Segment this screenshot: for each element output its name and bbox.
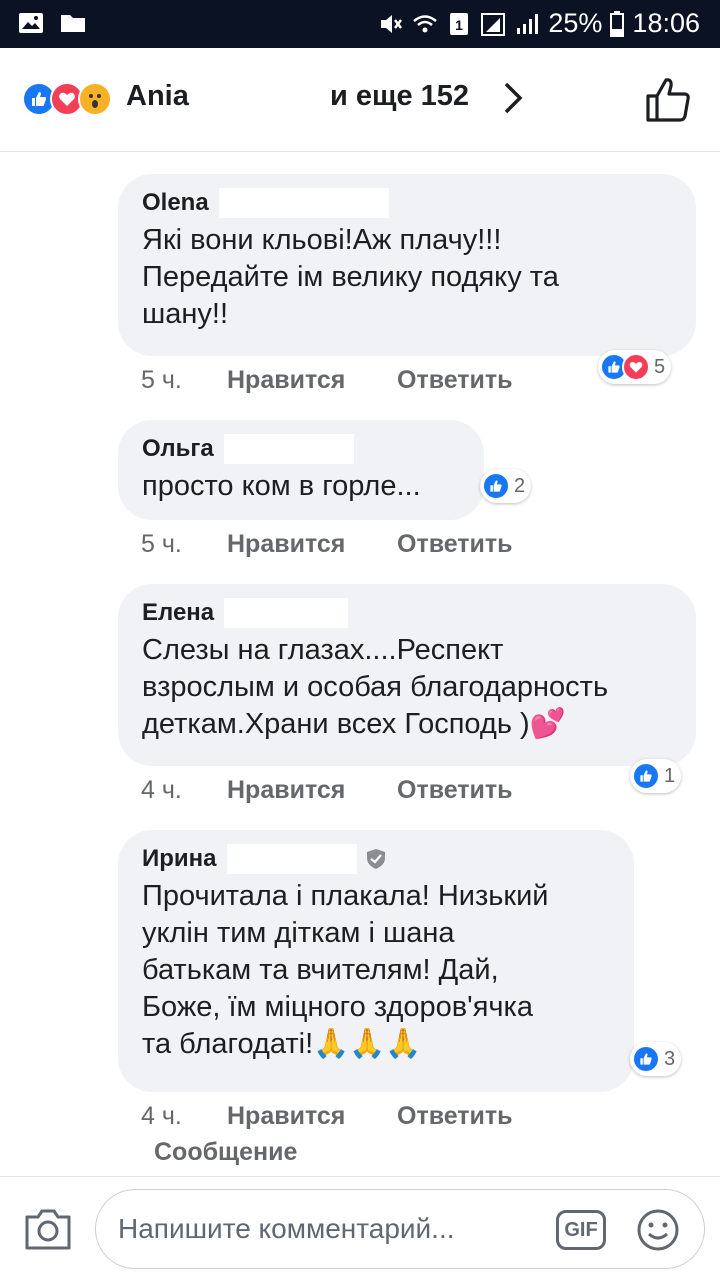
mute-icon [381, 14, 403, 33]
like-reaction-icon [632, 1045, 660, 1073]
gif-button[interactable]: GIF [556, 1210, 606, 1250]
folder-icon [61, 15, 85, 32]
reply-button[interactable]: Ответить [397, 1102, 513, 1131]
comment-bubble[interactable]: Olena Які вони кльові!Аж плачу!!! Переда… [118, 174, 696, 356]
like-reaction-icon [632, 762, 660, 790]
reactions-header[interactable]: Ania и еще 152 [0, 48, 720, 152]
comment-author[interactable]: Olena [142, 189, 209, 217]
redacted-surname [218, 188, 389, 218]
thumbs-up-icon[interactable] [644, 76, 692, 124]
reactor-name[interactable]: Ania [126, 80, 189, 113]
reaction-badge[interactable]: 3 [630, 1042, 682, 1076]
reaction-badge[interactable]: 1 [630, 759, 682, 793]
smile-icon[interactable] [636, 1208, 680, 1252]
reply-button[interactable]: Ответить [397, 776, 513, 805]
message-button[interactable]: Сообщение [154, 1138, 297, 1167]
reply-button[interactable]: Ответить [397, 366, 513, 395]
redacted-surname [223, 434, 354, 464]
comment-bubble[interactable]: Ольга просто ком в горле... [118, 420, 484, 520]
reaction-count: 5 [654, 355, 666, 378]
comment-meta: 4 ч. Нравится Ответить [141, 776, 513, 805]
gallery-icon [19, 13, 43, 33]
comment-text: просто ком в горле... [142, 470, 421, 502]
reaction-icons [22, 82, 112, 116]
chevron-right-icon[interactable] [498, 78, 528, 118]
like-reaction-icon [482, 472, 510, 500]
comment-bubble[interactable]: Елена Слезы на глазах....Респект взрослы… [118, 584, 696, 766]
reaction-badge[interactable]: 5 [598, 350, 672, 384]
like-button[interactable]: Нравится [227, 1102, 397, 1131]
signal-icon [481, 12, 506, 36]
sim-1-icon: 1 [450, 12, 469, 35]
comment-composer: Напишите комментарий... GIF [0, 1176, 720, 1280]
comment-meta: 5 ч. Нравится Ответить [141, 530, 513, 559]
comment-author[interactable]: Елена [142, 599, 214, 627]
comment-time: 5 ч. [141, 366, 182, 394]
status-bar: 1 25% 18:06 [0, 0, 720, 48]
comment-author[interactable]: Ольга [142, 435, 214, 463]
comment-meta: 5 ч. Нравится Ответить [141, 366, 513, 395]
svg-text:1: 1 [455, 17, 463, 33]
like-button[interactable]: Нравится [227, 366, 397, 395]
comment-placeholder: Напишите комментарий... [118, 1213, 455, 1244]
reaction-count: 1 [664, 764, 676, 787]
battery-icon [610, 10, 625, 37]
wow-reaction-icon [78, 82, 112, 116]
reply-button[interactable]: Ответить [397, 530, 513, 559]
comment-text: Слезы на глазах....Респект взрослым и ос… [142, 634, 609, 740]
clock: 18:06 [632, 8, 700, 38]
reactors-more[interactable]: и еще 152 [330, 80, 469, 113]
comment-bubble[interactable]: Ирина Прочитала і плакала! Низький уклін… [118, 830, 634, 1092]
redacted-surname [226, 844, 357, 874]
comment-author[interactable]: Ирина [142, 845, 217, 873]
like-button[interactable]: Нравится [227, 776, 397, 805]
redacted-surname [224, 598, 349, 628]
comment-time: 4 ч. [141, 1102, 182, 1130]
comment-text: Прочитала і плакала! Низький уклін тим д… [142, 880, 549, 1060]
like-button[interactable]: Нравится [227, 530, 397, 559]
shield-icon [366, 849, 385, 869]
battery-percent: 25% [548, 8, 603, 38]
reaction-count: 2 [514, 474, 526, 497]
comment-time: 5 ч. [141, 530, 182, 558]
comment-time: 4 ч. [141, 776, 182, 804]
reaction-badge[interactable]: 2 [480, 469, 532, 503]
wifi-icon [413, 14, 438, 32]
comment-text: Які вони кльові!Аж плачу!!! Передайте ім… [142, 224, 559, 330]
comment-input[interactable]: Напишите комментарий... GIF [95, 1189, 705, 1269]
camera-icon[interactable] [24, 1207, 72, 1251]
love-reaction-icon [622, 353, 650, 381]
comment-meta: 4 ч. Нравится Ответить [141, 1102, 513, 1131]
signal-bars-icon [517, 13, 539, 34]
reaction-count: 3 [664, 1047, 676, 1070]
